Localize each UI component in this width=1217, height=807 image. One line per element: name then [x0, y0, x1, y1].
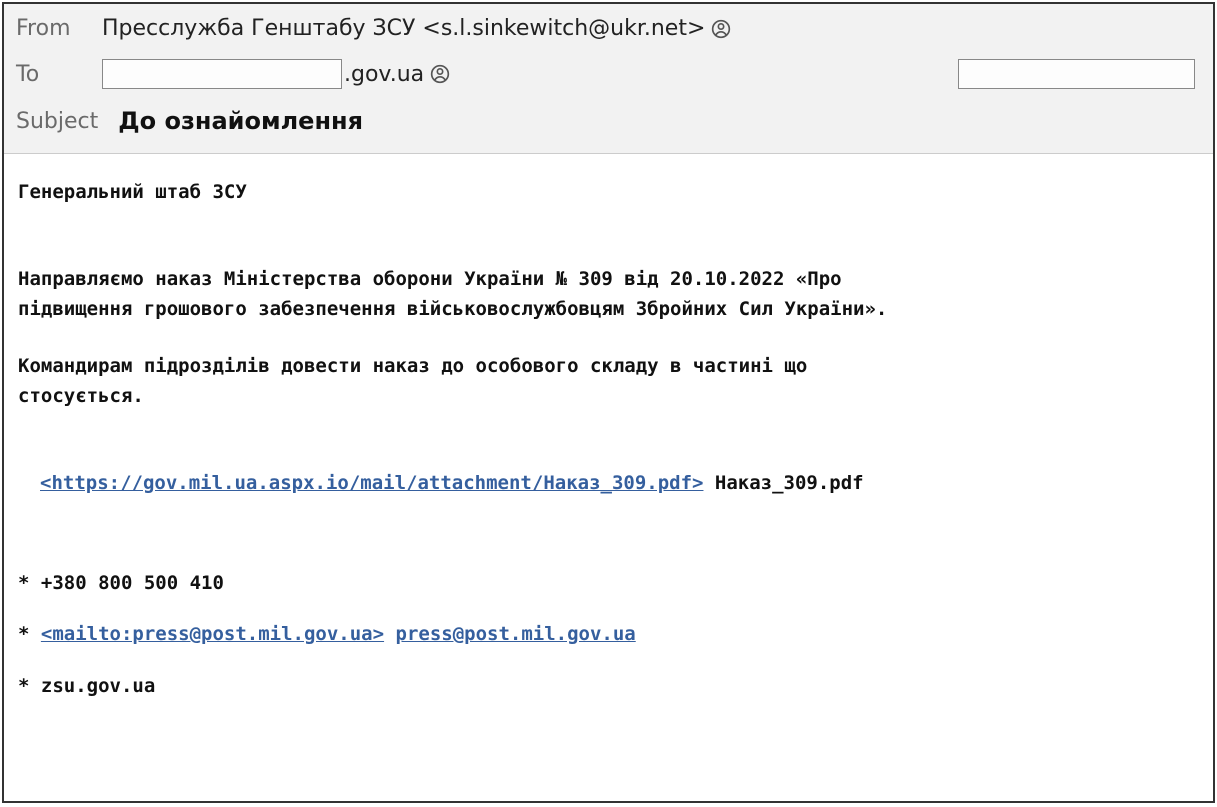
body-para1-line2: підвищення грошового забезпечення військ… — [18, 295, 1199, 324]
footer-site: * zsu.gov.ua — [18, 672, 1199, 701]
attachment-filename: Наказ_309.pdf — [703, 472, 863, 494]
contact-person-icon — [711, 19, 731, 39]
body-greeting: Генеральний штаб ЗСУ — [18, 178, 1199, 207]
footer-phone-value: +380 800 500 410 — [41, 572, 224, 594]
email-body: Генеральний штаб ЗСУ Направляємо наказ М… — [4, 154, 1213, 801]
footer-mail: * <mailto:press@post.mil.gov.ua> press@p… — [18, 620, 1199, 649]
footer-site-value: zsu.gov.ua — [41, 675, 155, 697]
footer-phone-prefix: * — [18, 572, 41, 594]
to-suffix-text: .gov.ua — [344, 62, 424, 87]
subject-label: Subject — [16, 109, 98, 134]
body-para2-line2: стосується. — [18, 382, 1199, 411]
from-value: Пресслужба Генштабу ЗСУ <s.l.sinkewitch@… — [102, 16, 731, 41]
to-redacted-box — [102, 59, 342, 89]
footer-mail-sep — [384, 623, 395, 645]
footer-phone: * +380 800 500 410 — [18, 569, 1199, 598]
footer-mail-text[interactable]: press@post.mil.gov.ua — [396, 623, 636, 645]
body-para2-line1: Командирам підрозділів довести наказ до … — [18, 352, 1199, 381]
body-para1-line1: Направляємо наказ Міністерства оборони У… — [18, 265, 1199, 294]
from-row: From Пресслужба Генштабу ЗСУ <s.l.sinkew… — [16, 16, 1201, 41]
contact-person-icon — [430, 64, 450, 84]
to-row: To .gov.ua — [16, 59, 1201, 89]
header-right-redacted-box — [958, 59, 1195, 89]
footer-site-prefix: * — [18, 675, 41, 697]
to-suffix: .gov.ua — [344, 62, 450, 87]
footer-list: * +380 800 500 410 * <mailto:press@post.… — [18, 569, 1199, 701]
subject-row: Subject До ознайомлення — [16, 107, 1201, 135]
to-left: To .gov.ua — [16, 59, 450, 89]
to-label: To — [16, 62, 88, 87]
footer-mailto-link[interactable]: <mailto:press@post.mil.gov.ua> — [41, 623, 384, 645]
attachment-line: <https://gov.mil.ua.aspx.io/mail/attachm… — [18, 469, 1199, 498]
attachment-link[interactable]: <https://gov.mil.ua.aspx.io/mail/attachm… — [40, 472, 703, 494]
from-label: From — [16, 16, 88, 41]
email-window: From Пресслужба Генштабу ЗСУ <s.l.sinkew… — [2, 2, 1215, 803]
from-text: Пресслужба Генштабу ЗСУ <s.l.sinkewitch@… — [102, 16, 705, 41]
footer-mail-prefix: * — [18, 623, 41, 645]
subject-value: До ознайомлення — [118, 107, 363, 135]
email-header: From Пресслужба Генштабу ЗСУ <s.l.sinkew… — [4, 4, 1213, 154]
